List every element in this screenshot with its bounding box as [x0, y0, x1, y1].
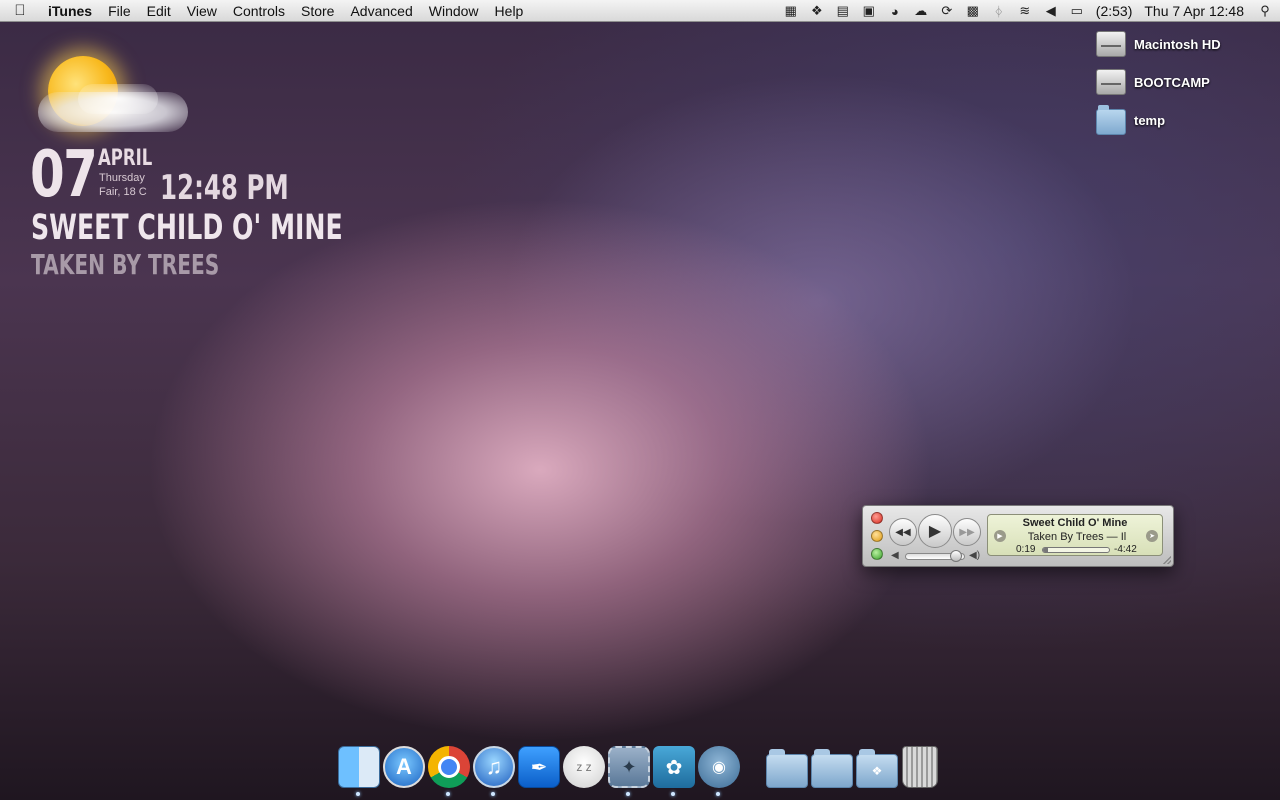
- spotlight-search-icon[interactable]: ⚲: [1250, 0, 1280, 22]
- widget-clock: 12:48 PM: [160, 168, 289, 208]
- desktop-icon-temp[interactable]: temp: [1096, 104, 1165, 136]
- widget-song-title: SWEET CHILD O' MINE: [31, 208, 343, 248]
- volume-low-icon: ◀: [891, 550, 899, 561]
- running-indicator: [626, 792, 630, 796]
- document-icon[interactable]: ▤: [830, 0, 856, 22]
- dock-folder-icon[interactable]: [766, 749, 808, 788]
- progress-fill: [1043, 548, 1048, 552]
- running-indicator: [716, 792, 720, 796]
- widget-weekday: Thursday: [99, 172, 145, 184]
- desktop-icon-label: temp: [1134, 112, 1166, 128]
- dock-pen-app-icon[interactable]: ✒: [518, 746, 560, 788]
- dropbox-icon[interactable]: ❖: [804, 0, 830, 22]
- menu-store[interactable]: Store: [293, 0, 342, 22]
- menu-view[interactable]: View: [179, 0, 225, 22]
- rewind-icon: ◀◀: [895, 526, 911, 538]
- itunes-mini-player[interactable]: ◀◀ ▶ ▶▶ ◀ ◀) Sweet Child O' Mine ▶ Taken…: [862, 505, 1174, 567]
- dock-chrome-icon[interactable]: [428, 746, 470, 788]
- progress-bar[interactable]: [1042, 547, 1110, 553]
- display-mode-icon[interactable]: ▶: [994, 530, 1006, 542]
- running-indicator: [356, 792, 360, 796]
- display-arrow-icon[interactable]: ➤: [1146, 530, 1158, 542]
- dock-facetime-icon[interactable]: ◉: [698, 746, 740, 788]
- widget-weather: Fair, 18 C: [99, 186, 147, 198]
- menubar-clock[interactable]: Thu 7 Apr 12:48: [1138, 0, 1250, 22]
- resize-grip-icon[interactable]: [1163, 556, 1171, 564]
- close-button[interactable]: [871, 512, 883, 524]
- dock-finder-icon[interactable]: [338, 746, 380, 788]
- now-playing-display: Sweet Child O' Mine ▶ Taken By Trees — I…: [987, 514, 1163, 556]
- dock-folder-icon[interactable]: [811, 749, 853, 788]
- status-area: ▦ ❖ ▤ ▣ ◕ ☁ ⟳ ▩ ᛄ ≋ ◀ ▭ (2:53) Thu 7 Apr…: [778, 0, 1280, 22]
- dock: A ♫ ✒ z z ✦ ✿ ◉ ❖: [330, 744, 950, 796]
- previous-track-button[interactable]: ◀◀: [889, 518, 917, 546]
- weather-sun-cloud-icon: [18, 34, 188, 144]
- hard-drive-icon: [1096, 69, 1126, 95]
- menu-bar:  iTunes File Edit View Controls Store A…: [0, 0, 1280, 22]
- battery-time[interactable]: (2:53): [1090, 0, 1139, 22]
- hard-drive-icon: [1096, 31, 1126, 57]
- fast-forward-icon: ▶▶: [959, 526, 975, 538]
- notes-icon[interactable]: ▣: [856, 0, 882, 22]
- menu-window[interactable]: Window: [421, 0, 487, 22]
- cup-icon[interactable]: ◕: [882, 0, 908, 22]
- menu-controls[interactable]: Controls: [225, 0, 293, 22]
- menu-app-name[interactable]: iTunes: [40, 0, 100, 22]
- widget-song-artist: TAKEN BY TREES: [31, 248, 220, 281]
- play-button[interactable]: ▶: [918, 514, 952, 548]
- now-playing-artist: Taken By Trees — Il: [1027, 531, 1127, 543]
- sync-icon[interactable]: ⟳: [934, 0, 960, 22]
- menu-edit[interactable]: Edit: [139, 0, 179, 22]
- dock-dropbox-folder-icon[interactable]: ❖: [856, 749, 898, 788]
- dock-app-store-icon[interactable]: A: [383, 746, 425, 788]
- elapsed-time: 0:19: [1016, 544, 1036, 555]
- minimize-button[interactable]: [871, 530, 883, 542]
- desktop-icon-bootcamp[interactable]: BOOTCAMP: [1096, 66, 1210, 98]
- next-track-button[interactable]: ▶▶: [953, 518, 981, 546]
- cloud-shape: [78, 84, 158, 114]
- menu-help[interactable]: Help: [487, 0, 532, 22]
- desktop-icon-macintosh-hd[interactable]: Macintosh HD: [1096, 28, 1221, 60]
- wifi-icon[interactable]: ≋: [1012, 0, 1038, 22]
- dock-twitter-icon[interactable]: ✿: [653, 746, 695, 788]
- apple-logo-icon[interactable]: : [0, 2, 40, 19]
- dock-chat-icon[interactable]: z z: [563, 746, 605, 788]
- play-icon: ▶: [928, 523, 942, 540]
- zoom-button[interactable]: [871, 548, 883, 560]
- volume-icon[interactable]: ◀: [1038, 0, 1064, 22]
- widget-day: 07: [30, 138, 98, 212]
- folder-icon: [1096, 105, 1126, 135]
- running-indicator: [446, 792, 450, 796]
- running-indicator: [491, 792, 495, 796]
- running-indicator: [671, 792, 675, 796]
- bluetooth-icon[interactable]: ᛄ: [986, 0, 1012, 22]
- widget-month: APRIL: [98, 146, 153, 171]
- cloud-icon[interactable]: ☁: [908, 0, 934, 22]
- menu-file[interactable]: File: [100, 0, 139, 22]
- screen-capture-icon[interactable]: ▦: [778, 0, 804, 22]
- desktop-icon-label: BOOTCAMP: [1134, 74, 1210, 90]
- menu-advanced[interactable]: Advanced: [342, 0, 420, 22]
- dock-itunes-icon[interactable]: ♫: [473, 746, 515, 788]
- battery-icon[interactable]: ▭: [1064, 0, 1090, 22]
- volume-slider-knob[interactable]: [950, 550, 962, 562]
- battery-bar-icon[interactable]: ▩: [960, 0, 986, 22]
- remaining-time[interactable]: -4:42: [1114, 544, 1137, 555]
- volume-high-icon: ◀): [969, 550, 981, 561]
- desktop-icon-label: Macintosh HD: [1134, 36, 1221, 52]
- now-playing-title: Sweet Child O' Mine: [1022, 517, 1128, 529]
- dock-mail-stamp-icon[interactable]: ✦: [608, 746, 650, 788]
- dock-trash-icon[interactable]: [902, 746, 938, 788]
